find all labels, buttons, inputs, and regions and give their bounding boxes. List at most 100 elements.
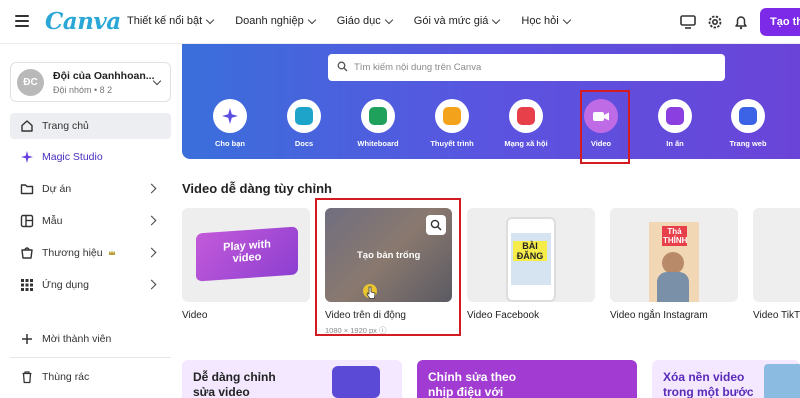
team-subtitle: Đội nhóm • 8 2 xyxy=(53,85,113,95)
category-website[interactable]: Trang web xyxy=(718,99,778,148)
sidebar-item-trash[interactable]: Thùng rác xyxy=(10,364,171,390)
hamburger-menu-icon[interactable] xyxy=(15,15,29,27)
template-card-instagram-video[interactable]: Thả THÍNH xyxy=(610,208,738,302)
search-input[interactable]: Tìm kiếm nội dung trên Canva xyxy=(328,54,725,81)
docs-icon xyxy=(295,107,313,125)
chevron-down-icon xyxy=(492,15,501,24)
sidebar-item-brand[interactable]: Thương hiệu xyxy=(10,240,171,266)
category-label: Mạng xã hội xyxy=(504,139,548,148)
gear-icon[interactable] xyxy=(706,13,724,31)
sparkle-icon xyxy=(21,151,33,163)
sidebar-item-label: Dự án xyxy=(42,183,72,195)
sidebar-item-invite-members[interactable]: Mời thành viên xyxy=(10,326,171,352)
heart-icon xyxy=(517,107,535,125)
promo-image xyxy=(332,366,380,398)
sidebar-divider xyxy=(10,357,171,358)
post-thumbnail: BÀI ĐĂNG xyxy=(511,233,551,285)
top-navigation-bar: Canva Thiết kế nổi bật Doanh nghiệp Giáo… xyxy=(0,0,800,44)
video-category-highlight xyxy=(580,90,630,164)
template-card-video[interactable]: Play with video xyxy=(182,208,310,302)
main-nav: Thiết kế nổi bật Doanh nghiệp Giáo dục G… xyxy=(127,15,592,27)
chevron-right-icon xyxy=(146,183,157,194)
person-photo xyxy=(662,252,684,274)
sidebar-item-home[interactable]: Trang chủ xyxy=(10,113,171,139)
sidebar-item-magic-studio[interactable]: Magic Studio xyxy=(10,144,171,170)
category-label: Thuyết trình xyxy=(430,139,474,148)
category-for-you[interactable]: Cho bạn xyxy=(200,99,260,148)
category-social-media[interactable]: Mạng xã hội xyxy=(496,99,556,148)
chevron-down-icon xyxy=(152,76,162,86)
presentation-icon xyxy=(443,107,461,125)
chevron-down-icon xyxy=(384,15,394,24)
home-icon xyxy=(21,120,33,132)
nav-featured-designs[interactable]: Thiết kế nổi bật xyxy=(127,15,215,27)
monitor-icon[interactable] xyxy=(679,13,697,31)
nav-education[interactable]: Giáo dục xyxy=(337,15,394,27)
sidebar-item-projects[interactable]: Dự án xyxy=(10,176,171,202)
create-design-button[interactable]: Tạo th xyxy=(760,8,800,36)
video-thumbnail: Play with video xyxy=(196,226,298,282)
chevron-right-icon xyxy=(146,215,157,226)
promo-title: Chỉnh sửa theo nhịp điệu với xyxy=(428,370,517,398)
sidebar-item-apps[interactable]: Ứng dụng xyxy=(10,272,171,298)
category-docs[interactable]: Docs xyxy=(274,99,334,148)
canva-logo[interactable]: Canva xyxy=(45,8,121,35)
category-presentation[interactable]: Thuyết trình xyxy=(422,99,482,148)
reel-thumbnail: Thả THÍNH xyxy=(649,222,699,302)
template-label: Video ngắn Instagram xyxy=(610,310,708,321)
bell-icon[interactable] xyxy=(732,13,750,31)
hero-banner: Tìm kiếm nội dung trên Canva Cho bạn Doc… xyxy=(182,44,800,159)
sidebar-item-label: Mời thành viên xyxy=(42,333,112,345)
chevron-right-icon xyxy=(146,279,157,290)
section-title: Video dễ dàng tùy chỉnh xyxy=(182,181,332,196)
chevron-right-icon xyxy=(146,247,157,258)
sidebar-item-label: Ứng dụng xyxy=(42,279,89,291)
template-card-tiktok-video[interactable] xyxy=(753,208,800,302)
sidebar-item-templates[interactable]: Mẫu xyxy=(10,208,171,234)
sidebar: ĐC Đội của Oanhhoan... Đội nhóm • 8 2 Tr… xyxy=(0,44,182,398)
sidebar-item-label: Magic Studio xyxy=(42,151,103,163)
trash-icon xyxy=(22,371,32,384)
team-name: Đội của Oanhhoan... xyxy=(53,70,155,82)
apps-grid-icon xyxy=(21,279,33,291)
category-print[interactable]: In ấn xyxy=(645,99,705,148)
promo-title: Dễ dàng chỉnh sửa video xyxy=(193,370,276,398)
category-label: Cho bạn xyxy=(215,139,245,148)
category-label: Whiteboard xyxy=(357,139,399,148)
template-dimensions: 1080 × 1920 px ⓘ xyxy=(325,326,387,335)
nav-plans-pricing[interactable]: Gói và mức giá xyxy=(414,15,501,27)
chevron-down-icon xyxy=(205,15,215,24)
plus-icon xyxy=(22,334,32,344)
chevron-down-icon xyxy=(562,15,571,24)
website-icon xyxy=(739,107,757,125)
template-card-facebook-video[interactable]: BÀI ĐĂNG xyxy=(467,208,595,302)
phone-mockup: BÀI ĐĂNG xyxy=(506,217,556,302)
promo-card-easy-edit[interactable]: Dễ dàng chỉnh sửa video xyxy=(182,360,402,398)
promo-title: Xóa nền video trong một bước xyxy=(663,370,754,398)
promo-image xyxy=(764,364,800,398)
template-label: Video xyxy=(182,310,208,321)
person-body xyxy=(657,272,689,302)
template-icon xyxy=(20,214,34,228)
promo-card-beat-sync[interactable]: Chỉnh sửa theo nhịp điệu với xyxy=(417,360,637,398)
whiteboard-icon xyxy=(369,107,387,125)
brand-icon xyxy=(21,247,33,259)
team-switcher[interactable]: ĐC Đội của Oanhhoan... Đội nhóm • 8 2 xyxy=(10,62,171,102)
promo-card-remove-background[interactable]: Xóa nền video trong một bước xyxy=(652,360,800,398)
nav-learn[interactable]: Học hỏi xyxy=(521,15,571,27)
template-label: Video trên di động xyxy=(325,310,406,321)
search-icon xyxy=(337,61,348,72)
crown-icon xyxy=(109,250,115,255)
template-label: Video Facebook xyxy=(467,310,540,321)
chevron-down-icon xyxy=(307,15,316,24)
category-label: Trang web xyxy=(729,139,767,148)
sidebar-item-label: Thùng rác xyxy=(42,371,90,383)
category-label: In ấn xyxy=(666,139,684,148)
sidebar-item-label: Trang chủ xyxy=(42,120,89,132)
folder-icon xyxy=(20,184,34,195)
category-label: Docs xyxy=(294,139,314,148)
template-label: Video TikT xyxy=(753,310,800,321)
category-whiteboard[interactable]: Whiteboard xyxy=(348,99,408,148)
sidebar-item-label: Mẫu xyxy=(42,215,63,227)
nav-business[interactable]: Doanh nghiệp xyxy=(235,15,316,27)
